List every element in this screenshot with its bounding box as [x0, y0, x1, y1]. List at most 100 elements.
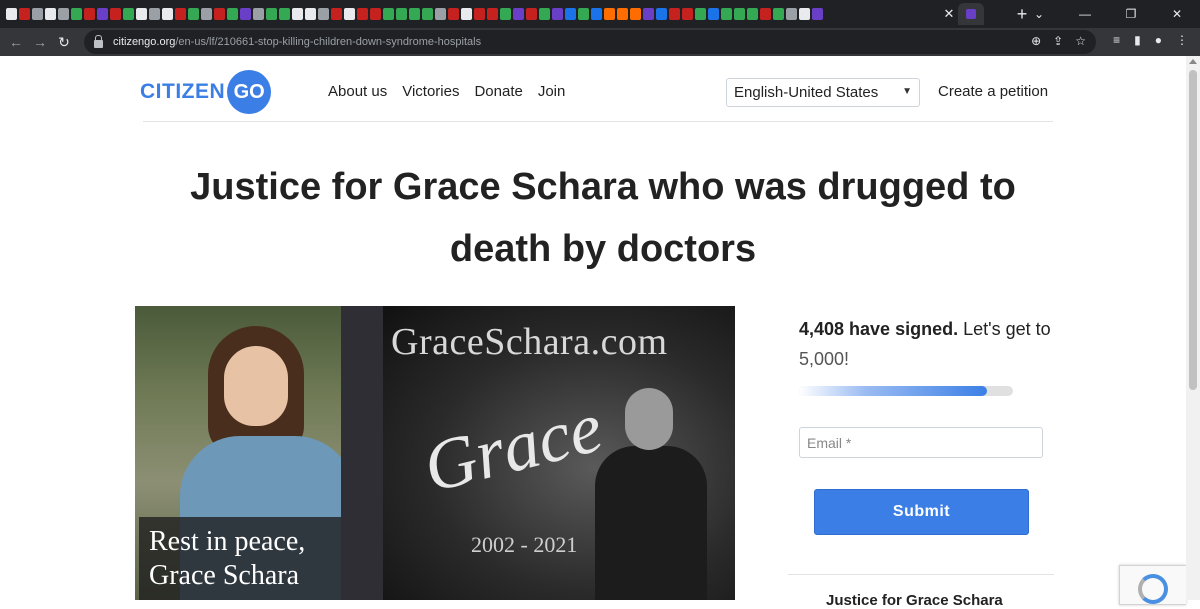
tab-favicon-icon[interactable] [266, 8, 277, 20]
body-shape [595, 446, 707, 600]
tab-favicon-icon[interactable] [305, 8, 316, 20]
tab-favicon-icon[interactable] [71, 8, 82, 20]
tab-favicon-icon[interactable] [643, 8, 654, 20]
tab-favicon-icon[interactable] [747, 8, 758, 20]
tab-favicon-icon[interactable] [669, 8, 680, 20]
tab-close-icon[interactable]: ✕ [940, 6, 958, 22]
zoom-icon[interactable]: ⊕ [1031, 34, 1041, 48]
address-bar[interactable]: citizengo.org/en-us/lf/210661-stop-killi… [84, 30, 1096, 54]
tab-favicon-icon[interactable] [448, 8, 459, 20]
tab-favicon-icon[interactable] [175, 8, 186, 20]
menu-kebab-icon[interactable]: ⋮ [1176, 33, 1188, 47]
tab-favicon-icon[interactable] [474, 8, 485, 20]
tab-favicon-icon[interactable] [370, 8, 381, 20]
tab-favicon-icon[interactable] [253, 8, 264, 20]
tab-favicon-icon[interactable] [162, 8, 173, 20]
reload-icon[interactable]: ↻ [52, 34, 76, 51]
web-page: CITIZEN GO About us Victories Donate Joi… [0, 56, 1200, 609]
tab-favicon-icon[interactable] [773, 8, 784, 20]
tab-favicon-icon[interactable] [45, 8, 56, 20]
tab-favicon-icon[interactable] [604, 8, 615, 20]
tab-favicon-icon[interactable] [422, 8, 433, 20]
tab-favicon-icon[interactable] [58, 8, 69, 20]
tab-favicon-icon[interactable] [500, 8, 511, 20]
share-icon[interactable]: ⇪ [1053, 34, 1063, 48]
close-window-button[interactable]: ✕ [1154, 7, 1200, 21]
tab-favicon-icon[interactable] [240, 8, 251, 20]
tab-favicon-icon[interactable] [760, 8, 771, 20]
restore-button[interactable]: ❐ [1108, 7, 1154, 21]
minimize-button[interactable]: — [1062, 7, 1108, 21]
tab-favicon-icon[interactable] [578, 8, 589, 20]
profile-icon[interactable]: ● [1155, 33, 1162, 47]
tab-favicon-icon[interactable] [84, 8, 95, 20]
tab-favicon-icon[interactable] [656, 8, 667, 20]
tab-favicon-icon[interactable] [526, 8, 537, 20]
tab-favicon-icon[interactable] [552, 8, 563, 20]
email-field[interactable] [799, 427, 1043, 458]
tab-favicon-icon[interactable] [97, 8, 108, 20]
tab-favicon-icon[interactable] [786, 8, 797, 20]
tab-favicon-icon[interactable] [110, 8, 121, 20]
tab-search-icon[interactable]: ⌄ [1016, 7, 1062, 21]
tab-favicon-icon[interactable] [279, 8, 290, 20]
create-petition-link[interactable]: Create a petition [938, 83, 1048, 100]
tab-favicon-icon[interactable] [136, 8, 147, 20]
tab-favicon-icon[interactable] [682, 8, 693, 20]
recaptcha-badge[interactable] [1119, 565, 1186, 605]
nav-victories[interactable]: Victories [402, 83, 459, 100]
bookmark-star-icon[interactable]: ☆ [1075, 34, 1086, 48]
tab-favicon-icon[interactable] [539, 8, 550, 20]
page-scrollbar[interactable] [1186, 56, 1200, 600]
tab-favicon-icon[interactable] [396, 8, 407, 20]
reading-list-icon[interactable]: ≡ [1113, 33, 1120, 47]
tab-favicon-icon[interactable] [695, 8, 706, 20]
nav-about-us[interactable]: About us [328, 83, 387, 100]
tab-favicon-icon[interactable] [292, 8, 303, 20]
tab-favicon-icon[interactable] [344, 8, 355, 20]
tab-favicon-icon[interactable] [617, 8, 628, 20]
tab-favicon-icon[interactable] [630, 8, 641, 20]
scroll-up-arrow-icon[interactable] [1189, 59, 1197, 64]
tab-favicon-icon[interactable] [734, 8, 745, 20]
logo-text: CITIZEN [140, 80, 226, 103]
tab-favicon-icon[interactable] [461, 8, 472, 20]
tab-favicon-icon[interactable] [708, 8, 719, 20]
tab-favicon-icon[interactable] [6, 8, 17, 20]
nav-join[interactable]: Join [538, 83, 566, 100]
tab-favicon-icon[interactable] [149, 8, 160, 20]
tab-favicon-icon[interactable] [19, 8, 30, 20]
lock-icon [94, 35, 103, 48]
tab-favicon-icon[interactable] [331, 8, 342, 20]
tab-favicon-icon[interactable] [201, 8, 212, 20]
tab-favicon-icon[interactable] [188, 8, 199, 20]
tab-favicon-icon[interactable] [721, 8, 732, 20]
citizengo-logo[interactable]: CITIZEN GO [140, 70, 272, 114]
tab-favicon-icon[interactable] [32, 8, 43, 20]
tab-favicon-icon[interactable] [123, 8, 134, 20]
tab-favicon-icon[interactable] [214, 8, 225, 20]
tab-favicon-icon[interactable] [227, 8, 238, 20]
back-arrow-icon[interactable]: ← [4, 34, 28, 50]
tab-favicon-icon[interactable] [435, 8, 446, 20]
image-caption: Rest in peace, Grace Schara [139, 517, 341, 600]
forward-arrow-icon[interactable]: → [28, 34, 52, 50]
active-tab[interactable] [958, 3, 984, 25]
tab-favicon-icon[interactable] [812, 8, 823, 20]
header-divider [143, 121, 1053, 122]
tab-favicon-icon[interactable] [318, 8, 329, 20]
tab-favicon-icon[interactable] [513, 8, 524, 20]
submit-button[interactable]: Submit [814, 489, 1029, 535]
language-select[interactable]: English-United States ▼ [726, 78, 920, 107]
tab-favicon-icon[interactable] [357, 8, 368, 20]
nav-donate[interactable]: Donate [474, 83, 522, 100]
memorial-years: 2002 - 2021 [471, 532, 578, 557]
tab-favicon-icon[interactable] [591, 8, 602, 20]
scrollbar-thumb[interactable] [1189, 70, 1197, 390]
tab-favicon-icon[interactable] [383, 8, 394, 20]
tab-favicon-icon[interactable] [799, 8, 810, 20]
tab-favicon-icon[interactable] [409, 8, 420, 20]
side-panel-icon[interactable]: ▮ [1134, 33, 1141, 47]
tab-favicon-icon[interactable] [565, 8, 576, 20]
tab-favicon-icon[interactable] [487, 8, 498, 20]
